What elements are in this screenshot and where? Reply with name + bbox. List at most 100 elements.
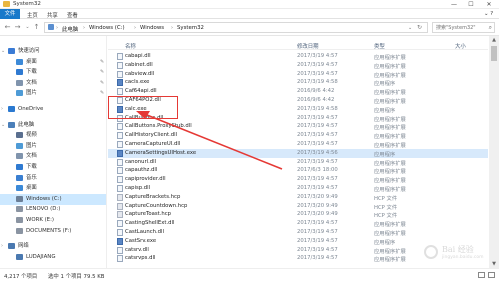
file-row[interactable]: CastingShellExt.dll 2017/3/19 4:57 应用程序扩展 bbox=[108, 219, 488, 228]
file-row[interactable]: CaptureToast.hcp 2017/3/20 9:49 HCP 文件 bbox=[108, 210, 488, 219]
dll-file-icon bbox=[117, 70, 123, 78]
sidebar-item-label: DOCUMENTS (F:) bbox=[26, 227, 72, 234]
file-type: 应用程序扩展 bbox=[374, 90, 406, 97]
application-icon bbox=[117, 237, 123, 245]
file-row[interactable]: cacls.exe 2017/3/19 4:58 应用程序 bbox=[108, 78, 488, 87]
sidebar-item[interactable]: DOCUMENTS (F:) bbox=[0, 226, 106, 237]
address-row: ← → ⌄ ↑ › 此电脑 › Windows (C:) › Windows ›… bbox=[0, 19, 499, 36]
dll-file-icon bbox=[117, 53, 123, 60]
title-bar: System32 — ☐ ✕ bbox=[0, 0, 499, 9]
column-header-size[interactable]: 大小 bbox=[455, 42, 466, 50]
file-row[interactable]: CameraCaptureUI.dll 2017/3/19 4:57 应用程序扩展 bbox=[108, 140, 488, 149]
file-row[interactable]: capiprovider.dll 2017/3/19 4:57 应用程序扩展 bbox=[108, 175, 488, 184]
forward-button[interactable]: → bbox=[13, 23, 22, 31]
sidebar-item-label: WORK (E:) bbox=[26, 217, 54, 223]
refresh-icon[interactable]: ↻ bbox=[417, 24, 422, 31]
sidebar-item[interactable]: 图片 bbox=[0, 141, 106, 152]
column-header-date[interactable]: 修改日期 bbox=[297, 42, 319, 50]
sidebar-item[interactable]: 文档 ✎ bbox=[0, 78, 106, 89]
file-row[interactable]: CameraSettingsUIHost.exe 2017/3/19 4:56 应用… bbox=[108, 148, 488, 158]
large-icons-view-icon[interactable] bbox=[488, 272, 495, 278]
file-date: 2017/3/19 4:57 bbox=[297, 255, 338, 262]
address-dropdown-icon[interactable]: ⌄ bbox=[408, 25, 412, 31]
search-input[interactable] bbox=[436, 23, 486, 32]
sidebar-item[interactable]: Windows (C:) bbox=[0, 193, 106, 205]
sidebar-item[interactable]: › OneDrive bbox=[0, 104, 106, 115]
file-row[interactable]: Caf64api.dll 2016/9/6 4:42 应用程序扩展 bbox=[108, 87, 488, 96]
tab-home[interactable]: 主页 bbox=[27, 11, 38, 19]
breadcrumb-this-pc[interactable]: 此电脑 bbox=[62, 25, 78, 33]
sidebar-item[interactable]: ⌄ 快速访问 bbox=[0, 46, 106, 57]
file-date: 2017/6/3 18:00 bbox=[297, 167, 338, 174]
file-date: 2016/9/6 4:42 bbox=[297, 88, 335, 95]
file-date: 2017/3/19 4:57 bbox=[297, 237, 338, 244]
minimize-button[interactable]: — bbox=[446, 0, 462, 9]
expand-arrow-icon[interactable]: ⌄ bbox=[1, 120, 5, 131]
up-button[interactable]: ↑ bbox=[32, 23, 41, 31]
file-type: 应用程序 bbox=[374, 239, 396, 246]
breadcrumb-windows[interactable]: Windows bbox=[140, 25, 164, 31]
tab-view[interactable]: 查看 bbox=[67, 11, 78, 19]
sidebar-item[interactable]: 文档 bbox=[0, 151, 106, 162]
sidebar-item-label: 下载 bbox=[26, 69, 37, 76]
desktop-icon bbox=[16, 58, 23, 65]
breadcrumb-drive-c[interactable]: Windows (C:) bbox=[89, 25, 125, 31]
sidebar-item[interactable]: LENOVO (D:) bbox=[0, 204, 106, 215]
back-button[interactable]: ← bbox=[3, 23, 12, 31]
details-view-icon[interactable] bbox=[478, 272, 485, 278]
sidebar-item[interactable]: WORK (E:) bbox=[0, 215, 106, 226]
sidebar-item-label: 文档 bbox=[26, 79, 37, 86]
maximize-button[interactable]: ☐ bbox=[463, 0, 479, 9]
search-box[interactable]: ⌕ bbox=[432, 22, 495, 33]
column-header-type[interactable]: 类型 bbox=[374, 42, 385, 50]
file-type: 应用程序扩展 bbox=[374, 169, 406, 176]
file-row[interactable]: CastLaunch.dll 2017/3/19 4:57 应用程序扩展 bbox=[108, 228, 488, 237]
expand-arrow-icon[interactable]: › bbox=[1, 241, 3, 252]
scrollbar-thumb[interactable] bbox=[491, 46, 497, 61]
tab-file[interactable]: 文件 bbox=[0, 9, 20, 19]
address-bar[interactable]: › 此电脑 › Windows (C:) › Windows › System3… bbox=[44, 22, 428, 33]
file-type: 应用程序扩展 bbox=[374, 63, 406, 70]
column-header-name[interactable]: 名称 bbox=[125, 42, 136, 50]
file-row[interactable]: CaptureCountdown.hcp 2017/3/20 9:49 HCP 文件 bbox=[108, 202, 488, 211]
search-icon: ⌕ bbox=[488, 24, 492, 31]
file-row[interactable]: canonurl.dll 2017/3/19 4:57 应用程序扩展 bbox=[108, 158, 488, 167]
file-name: capiprovider.dll bbox=[125, 176, 166, 183]
vertical-scrollbar[interactable]: ▲ ▼ bbox=[489, 36, 499, 268]
sidebar-item[interactable]: 视频 bbox=[0, 130, 106, 141]
picture-icon bbox=[16, 90, 23, 97]
file-row[interactable]: cabinet.dll 2017/3/19 4:57 应用程序扩展 bbox=[108, 61, 488, 70]
sidebar-item[interactable]: 下载 bbox=[0, 162, 106, 173]
breadcrumb-system32[interactable]: System32 bbox=[177, 25, 204, 31]
sidebar-item[interactable]: 图片 ✎ bbox=[0, 88, 106, 99]
file-row[interactable]: cabview.dll 2017/3/19 4:57 应用程序扩展 bbox=[108, 70, 488, 79]
file-row[interactable]: capisp.dll 2017/3/19 4:57 应用程序扩展 bbox=[108, 184, 488, 193]
application-icon bbox=[117, 149, 123, 157]
expand-arrow-icon[interactable]: ⌄ bbox=[1, 46, 5, 57]
drive-icon bbox=[16, 195, 23, 202]
sidebar-item[interactable]: LUDAJIANG bbox=[0, 252, 106, 263]
sidebar-item-label: 图片 bbox=[26, 90, 37, 97]
file-type: 应用程序扩展 bbox=[374, 125, 406, 132]
ribbon-help[interactable]: ⌄ ? bbox=[484, 11, 493, 17]
expand-arrow-icon[interactable]: › bbox=[1, 104, 3, 115]
file-row[interactable]: CaptureBrackets.hcp 2017/3/20 9:49 HCP 文件 bbox=[108, 193, 488, 202]
sidebar-item-label: 此电脑 bbox=[18, 121, 35, 128]
sidebar-item[interactable]: 桌面 ✎ bbox=[0, 57, 106, 68]
file-name: catsrv.dll bbox=[125, 246, 149, 253]
tab-share[interactable]: 共享 bbox=[47, 11, 58, 19]
file-date: 2017/3/20 9:49 bbox=[297, 211, 338, 218]
sidebar-item[interactable]: 桌面 bbox=[0, 183, 106, 194]
recent-locations-button[interactable]: ⌄ bbox=[23, 24, 32, 30]
file-row[interactable]: CallHistoryClient.dll 2017/3/19 4:57 应用程序扩… bbox=[108, 131, 488, 140]
sidebar-item[interactable]: 音乐 bbox=[0, 173, 106, 184]
file-row[interactable]: cabapi.dll 2017/3/19 4:57 应用程序扩展 bbox=[108, 52, 488, 61]
scroll-up-icon[interactable]: ▲ bbox=[489, 36, 499, 44]
sidebar-item[interactable]: 下载 ✎ bbox=[0, 67, 106, 78]
file-row[interactable]: capauthz.dll 2017/6/3 18:00 应用程序扩展 bbox=[108, 166, 488, 175]
close-button[interactable]: ✕ bbox=[481, 0, 497, 9]
file-date: 2017/3/19 4:57 bbox=[297, 132, 338, 139]
file-row[interactable]: CallButtons.ProxyStub.dll 2017/3/19 4:57 应… bbox=[108, 122, 488, 131]
sidebar-item[interactable]: › 网络 bbox=[0, 241, 106, 252]
sidebar-item[interactable]: ⌄ 此电脑 bbox=[0, 120, 106, 131]
